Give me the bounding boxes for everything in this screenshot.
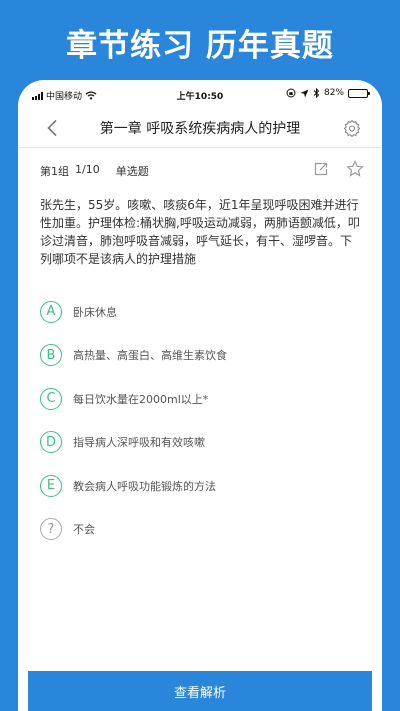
question-bar: 第1组 1/10 单选题	[18, 148, 382, 190]
option-text: 卧床休息	[73, 305, 117, 319]
option-dont-know[interactable]: ? 不会	[40, 508, 362, 552]
bluetooth-icon	[313, 88, 320, 98]
promo-title: 章节练习 历年真题	[66, 27, 334, 64]
question-type: 单选题	[115, 165, 149, 178]
option-letter: B	[40, 344, 62, 367]
options-list: A 卧床休息 B 高热量、高蛋白、高维生素饮食 C 每日饮水量在2000ml以上…	[40, 290, 362, 551]
share-icon[interactable]	[310, 158, 332, 180]
option-text: 指导病人深呼吸和有效咳嗽	[73, 436, 205, 450]
option-letter: D	[40, 431, 62, 454]
option-e[interactable]: E 教会病人呼吸功能锻炼的方法	[40, 464, 362, 508]
status-bar: 中国移动 上午10:50 82%	[18, 80, 382, 108]
group-label: 第1组	[40, 165, 69, 178]
star-icon[interactable]	[344, 158, 366, 180]
option-letter: E	[40, 474, 62, 497]
view-analysis-button[interactable]: 查看解析	[28, 671, 372, 711]
option-letter: A	[40, 300, 62, 323]
option-letter: C	[40, 387, 62, 410]
question-actions	[310, 158, 366, 180]
question-mark-icon: ?	[40, 518, 62, 541]
page-title: 第一章 呼吸系统疾病病人的护理	[99, 121, 301, 137]
option-text: 不会	[73, 523, 95, 537]
gear-icon[interactable]	[340, 116, 364, 140]
option-d[interactable]: D 指导病人深呼吸和有效咳嗽	[40, 421, 362, 465]
battery-percent: 82%	[323, 88, 344, 98]
nav-bar: 第一章 呼吸系统疾病病人的护理	[18, 108, 382, 148]
option-a[interactable]: A 卧床休息	[40, 290, 362, 334]
option-c[interactable]: C 每日饮水量在2000ml以上*	[40, 377, 362, 421]
option-text: 教会病人呼吸功能锻炼的方法	[73, 479, 216, 493]
question-info: 第1组 1/10 单选题	[40, 163, 149, 179]
battery-icon	[348, 88, 370, 98]
lock-rotation-icon	[286, 88, 296, 98]
option-text: 高热量、高蛋白、高维生素饮食	[73, 349, 227, 363]
progress-label: 1/10	[75, 163, 100, 176]
question-text: 张先生，55岁。咳嗽、咳痰6年，近1年呈现呼吸困难并进行性加重。护理体检:桶状胸…	[40, 198, 360, 266]
option-text: 每日饮水量在2000ml以上*	[73, 392, 209, 406]
phone-screen: 中国移动 上午10:50 82% 第一章 呼吸系统疾病病人的护理 第1组 1/1…	[18, 80, 382, 711]
location-icon	[300, 89, 309, 97]
status-right: 82%	[286, 88, 370, 98]
option-b[interactable]: B 高热量、高蛋白、高维生素饮食	[40, 334, 362, 378]
chevron-left-icon[interactable]	[40, 116, 64, 140]
